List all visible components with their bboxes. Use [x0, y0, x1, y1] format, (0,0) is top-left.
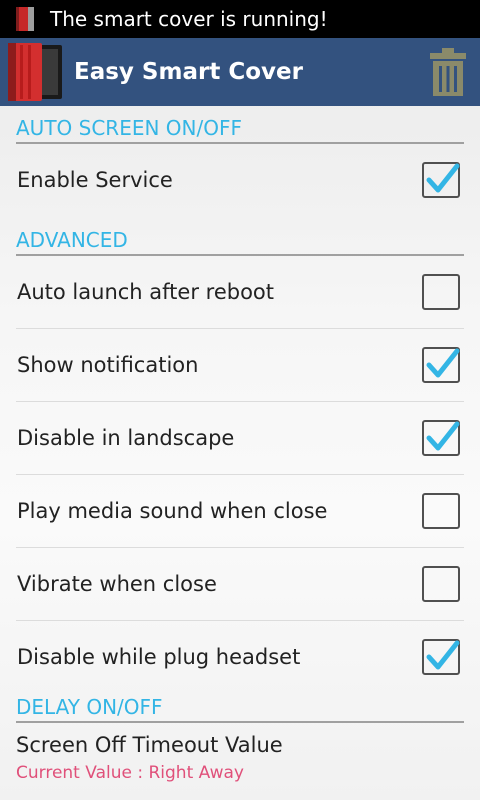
checkbox-unchecked[interactable] — [422, 493, 460, 529]
preference-label: Auto launch after reboot — [17, 280, 274, 304]
preference-row[interactable]: Auto launch after reboot — [16, 256, 464, 329]
preferences-list: AUTO SCREEN ON/OFF Enable Service ADVANC… — [0, 106, 480, 800]
screen-off-timeout-preference[interactable]: Screen Off Timeout Value Current Value :… — [0, 733, 480, 783]
section-header-delay: DELAY ON/OFF — [16, 695, 464, 723]
trash-icon[interactable] — [428, 46, 468, 98]
preference-row[interactable]: Show notification — [16, 329, 464, 402]
smart-cover-app-icon[interactable] — [4, 39, 64, 105]
preference-row[interactable]: Vibrate when close — [16, 548, 464, 621]
preference-summary: Current Value : Right Away — [16, 763, 244, 783]
checkbox-checked[interactable] — [422, 639, 460, 675]
preference-row[interactable]: Enable Service — [16, 144, 464, 216]
auto-screen-items: Enable Service — [0, 144, 480, 216]
checkmark-icon — [426, 163, 460, 193]
app-title: Easy Smart Cover — [74, 59, 303, 85]
section-header-auto-screen: AUTO SCREEN ON/OFF — [16, 116, 464, 144]
preference-row[interactable]: Disable while plug headset — [16, 621, 464, 693]
checkmark-icon — [426, 348, 460, 378]
book-cover-icon — [14, 6, 36, 32]
notification-text: The smart cover is running! — [50, 7, 328, 31]
preference-label: Enable Service — [17, 168, 173, 192]
preference-label: Show notification — [17, 353, 199, 377]
action-bar: Easy Smart Cover — [0, 38, 480, 106]
checkbox-checked[interactable] — [422, 162, 460, 198]
section-header-advanced: ADVANCED — [16, 228, 464, 256]
preference-label: Disable while plug headset — [17, 645, 301, 669]
preference-label: Disable in landscape — [17, 426, 235, 450]
checkbox-checked[interactable] — [422, 420, 460, 456]
checkbox-unchecked[interactable] — [422, 274, 460, 310]
checkbox-unchecked[interactable] — [422, 566, 460, 602]
preference-label: Vibrate when close — [17, 572, 217, 596]
checkbox-checked[interactable] — [422, 347, 460, 383]
preference-label: Play media sound when close — [17, 499, 328, 523]
preference-title: Screen Off Timeout Value — [16, 733, 283, 757]
status-bar: The smart cover is running! — [0, 0, 480, 38]
preference-row[interactable]: Disable in landscape — [16, 402, 464, 475]
preference-row[interactable]: Play media sound when close — [16, 475, 464, 548]
checkmark-icon — [426, 640, 460, 670]
checkmark-icon — [426, 421, 460, 451]
advanced-items: Auto launch after reboot Show notificatio… — [0, 256, 480, 693]
